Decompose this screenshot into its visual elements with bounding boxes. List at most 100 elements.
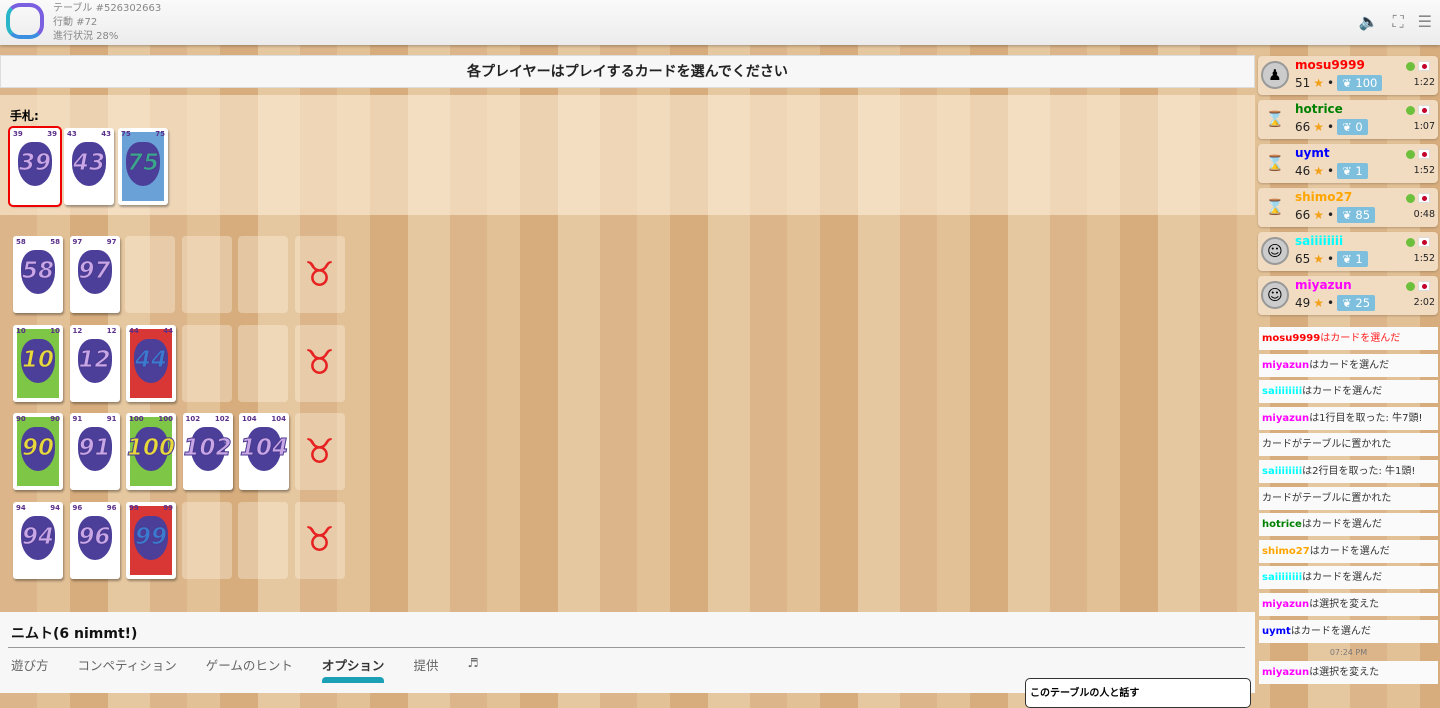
card-number: 100 bbox=[126, 435, 175, 462]
tab-3[interactable]: オプション bbox=[321, 655, 384, 683]
log-player-name[interactable]: saiiiiiiii bbox=[1262, 466, 1302, 477]
log-player-name[interactable]: miyazun bbox=[1262, 667, 1309, 678]
card-94[interactable]: 94 94 94 bbox=[13, 501, 63, 579]
card-104[interactable]: 104 104 104 bbox=[239, 413, 289, 490]
red-bull-icon: ♉ bbox=[304, 254, 335, 295]
log-entry: miyazunはカードを選んだ bbox=[1259, 353, 1438, 377]
page-title: 各プレイヤーはプレイするカードを選んでください bbox=[0, 55, 1255, 88]
player-time: 0:48 bbox=[1413, 209, 1435, 220]
tab-2[interactable]: ゲームのヒント bbox=[206, 655, 293, 674]
fullscreen-icon[interactable]: ⛶ bbox=[1392, 12, 1403, 32]
player-stats: 66 ★ • ❦ 0 bbox=[1295, 119, 1368, 135]
log-text: は選択を変えた bbox=[1309, 598, 1380, 610]
card-91[interactable]: 91 91 91 bbox=[69, 413, 120, 490]
music-icon[interactable]: ♬ bbox=[467, 655, 478, 674]
card-100[interactable]: 100 100 100 bbox=[126, 413, 176, 490]
player-card[interactable]: ⌛ shimo27 66 ★ • ❦ 85 0:48 bbox=[1258, 188, 1438, 227]
log-text: カードがテーブルに置かれた bbox=[1262, 439, 1392, 451]
card-90[interactable]: 90 90 90 bbox=[13, 413, 63, 490]
log-player-name[interactable]: miyazun bbox=[1262, 599, 1309, 610]
laurel-badge: ❦ 1 bbox=[1337, 163, 1368, 179]
bga-logo[interactable] bbox=[6, 3, 44, 39]
card-43[interactable]: 43 43 43 bbox=[64, 128, 114, 205]
card-39[interactable]: 39 39 39 bbox=[8, 126, 62, 207]
card-corner-number: 102 bbox=[214, 415, 230, 423]
japan-flag-icon bbox=[1418, 105, 1430, 115]
card-number: 96 bbox=[78, 523, 111, 550]
game-area: 各プレイヤーはプレイするカードを選んでください 手札: 39 39 39 43 43 43… bbox=[0, 55, 1255, 579]
japan-flag-icon bbox=[1418, 193, 1430, 203]
player-name[interactable]: saiiiiiiii bbox=[1295, 234, 1343, 248]
card-102[interactable]: 102 102 102 bbox=[182, 413, 233, 490]
log-player-name[interactable]: miyazun bbox=[1262, 413, 1309, 424]
player-name[interactable]: miyazun bbox=[1295, 278, 1352, 292]
tab-1[interactable]: コンペティション bbox=[78, 655, 177, 674]
card-number: 104 bbox=[239, 435, 288, 462]
log-player-name[interactable]: mosu9999 bbox=[1262, 333, 1320, 344]
penalty-slot: ♉ bbox=[294, 236, 345, 313]
player-name[interactable]: shimo27 bbox=[1295, 190, 1352, 204]
player-name[interactable]: uymt bbox=[1295, 146, 1330, 160]
empty-slot bbox=[181, 236, 232, 313]
player-rank: 49 bbox=[1295, 296, 1311, 310]
log-text: カードがテーブルに置かれた bbox=[1262, 492, 1392, 504]
log-player-name[interactable]: shimo27 bbox=[1262, 546, 1310, 557]
player-card[interactable]: ⌛ hotrice 66 ★ • ❦ 0 1:07 bbox=[1258, 100, 1438, 139]
card-number: 39 bbox=[18, 150, 51, 177]
online-status-icon bbox=[1406, 282, 1415, 291]
card-99[interactable]: 99 99 99 bbox=[126, 501, 176, 579]
avatar: ☺ bbox=[1261, 281, 1289, 309]
card-corner-number: 39 bbox=[47, 130, 57, 138]
card-corner-number: 91 bbox=[72, 415, 83, 423]
card-58[interactable]: 58 58 58 bbox=[13, 236, 63, 313]
game-log: mosu9999はカードを選んだ miyazunはカードを選んだ saiiiiiii… bbox=[1259, 327, 1438, 688]
hand-label: 手札: bbox=[10, 109, 39, 123]
card-97[interactable]: 97 97 97 bbox=[69, 236, 120, 313]
log-player-name[interactable]: saiiiiiiii bbox=[1262, 386, 1302, 397]
card-10[interactable]: 10 10 10 bbox=[13, 324, 63, 402]
online-status-icon bbox=[1406, 62, 1415, 71]
player-stats: 66 ★ • ❦ 85 bbox=[1295, 207, 1376, 223]
card-number: 43 bbox=[72, 150, 105, 177]
tab-4[interactable]: 提供 bbox=[413, 655, 438, 674]
log-player-name[interactable]: uymt bbox=[1262, 626, 1291, 637]
game-name: ニムト(6 nimmt!) bbox=[11, 626, 138, 642]
card-12[interactable]: 12 12 12 bbox=[69, 324, 120, 402]
laurel-badge: ❦ 1 bbox=[1337, 251, 1368, 267]
log-player-name[interactable]: hotrice bbox=[1262, 519, 1302, 530]
card-corner-number: 99 bbox=[163, 503, 173, 512]
log-text: は選択を変えた bbox=[1309, 667, 1380, 679]
card-corner-number: 44 bbox=[129, 326, 139, 335]
star-icon: ★ bbox=[1313, 76, 1325, 90]
log-player-name[interactable]: saiiiiiiii bbox=[1262, 572, 1302, 583]
player-card[interactable]: ☺ saiiiiiiii 65 ★ • ❦ 1 1:52 bbox=[1258, 232, 1438, 271]
player-card[interactable]: ♟ mosu9999 51 ★ • ❦ 100 1:22 bbox=[1258, 56, 1438, 95]
player-time: 1:22 bbox=[1413, 77, 1435, 88]
tab-0[interactable]: 遊び方 bbox=[11, 655, 49, 674]
card-number: 75 bbox=[126, 150, 159, 177]
penalty-slot: ♉ bbox=[294, 324, 345, 402]
speaker-icon[interactable]: 🔈 bbox=[1359, 12, 1379, 32]
player-stats: 49 ★ • ❦ 25 bbox=[1295, 295, 1376, 311]
card-number: 44 bbox=[134, 346, 167, 373]
empty-slot bbox=[238, 324, 288, 402]
card-96[interactable]: 96 96 96 bbox=[69, 501, 120, 579]
player-card[interactable]: ⌛ uymt 46 ★ • ❦ 1 1:52 bbox=[1258, 144, 1438, 183]
game-progress: 進行状況 28% bbox=[53, 31, 119, 42]
chat-window[interactable]: このテーブルの人と話す bbox=[1025, 678, 1251, 708]
log-player-name[interactable]: miyazun bbox=[1262, 360, 1309, 371]
player-name[interactable]: mosu9999 bbox=[1295, 58, 1365, 72]
log-entry: miyazunは選択を変えた bbox=[1259, 592, 1438, 616]
log-entry: カードがテーブルに置かれた bbox=[1259, 486, 1438, 510]
player-name[interactable]: hotrice bbox=[1295, 102, 1343, 116]
divider bbox=[8, 647, 1245, 648]
japan-flag-icon bbox=[1418, 281, 1430, 291]
menu-icon[interactable]: ☰ bbox=[1418, 12, 1432, 32]
hand-area: 手札: 39 39 39 43 43 43 75 75 75 bbox=[0, 95, 1255, 215]
card-75[interactable]: 75 75 75 bbox=[118, 128, 168, 205]
card-number: 94 bbox=[21, 523, 54, 550]
card-44[interactable]: 44 44 44 bbox=[126, 324, 176, 402]
log-entry: saiiiiiiiiはカードを選んだ bbox=[1259, 380, 1438, 404]
empty-slot bbox=[238, 236, 288, 313]
player-card[interactable]: ☺ miyazun 49 ★ • ❦ 25 2:02 bbox=[1258, 276, 1438, 315]
